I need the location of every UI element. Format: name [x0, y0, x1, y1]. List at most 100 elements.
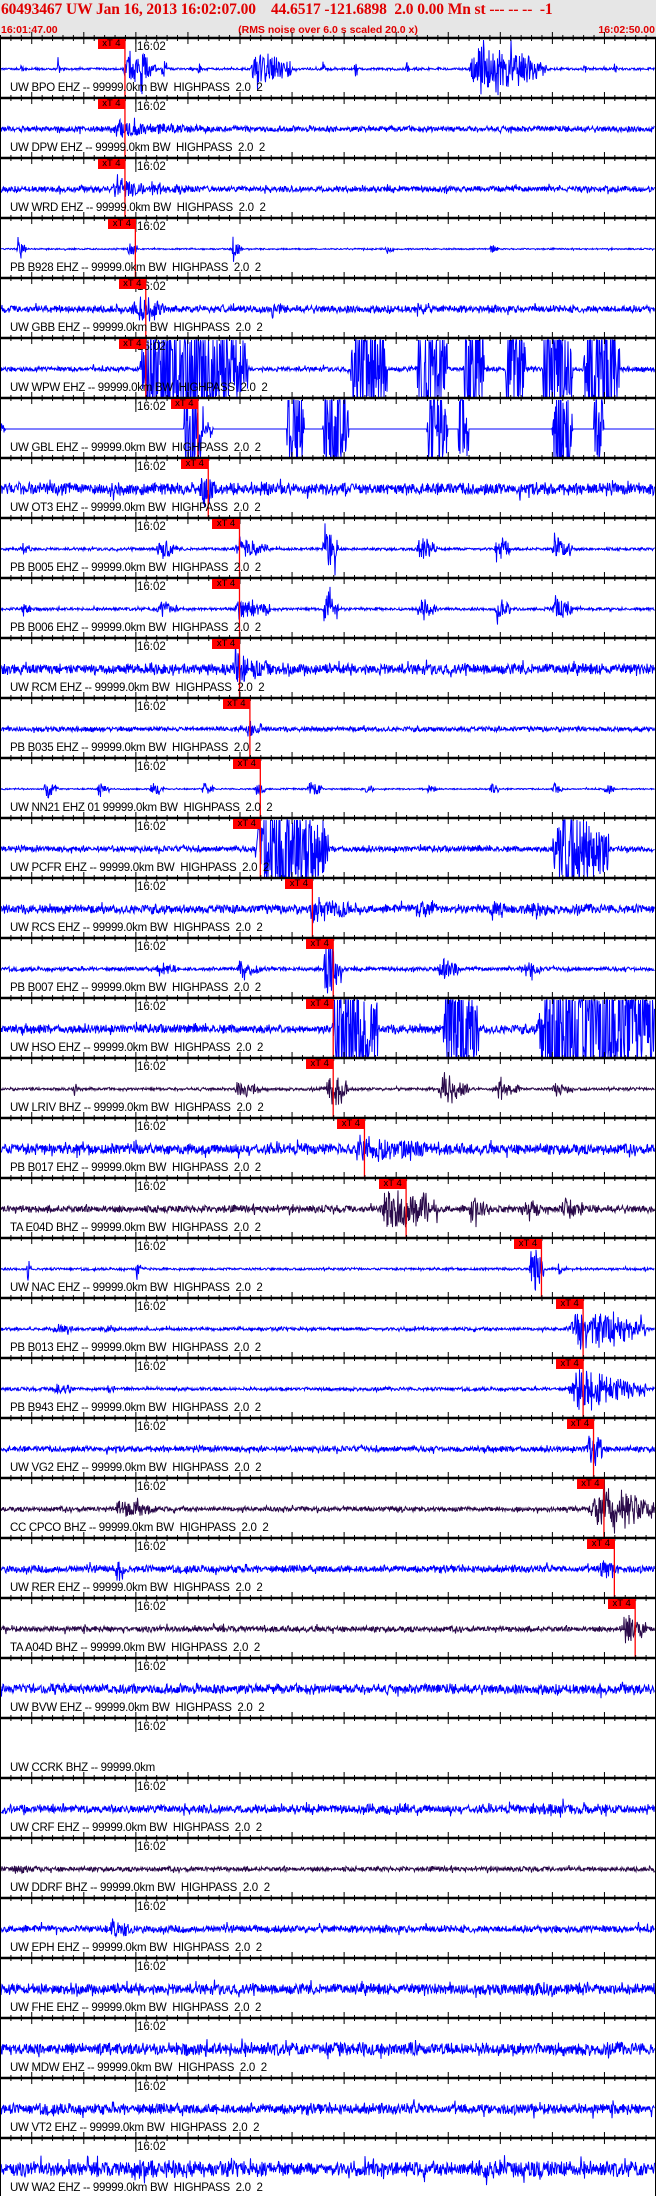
trace-panel[interactable]: 16:02 UW OT3 EHZ -- 99999.0km BW HIGHPASS…: [0, 452, 656, 518]
waveform: [0, 1979, 655, 1998]
trace-panel[interactable]: 16:02 UW GBL EHZ -- 99999.0km BW HIGHPASS…: [0, 392, 656, 458]
minute-label: 16:02: [137, 41, 166, 53]
pick-marker[interactable]: xT 4: [379, 1179, 407, 1189]
waveform: [0, 586, 655, 625]
minute-label: 16:02: [137, 521, 166, 533]
pick-marker[interactable]: xT 4: [97, 159, 125, 169]
waveform: [0, 1681, 655, 1699]
waveform: [0, 720, 655, 737]
minute-label: 16:02: [137, 1961, 166, 1973]
pick-marker[interactable]: xT 4: [285, 879, 313, 889]
pick-marker[interactable]: xT 4: [337, 1119, 365, 1129]
trace-panel[interactable]: 16:02 UW WPW EHZ -- 99999.0km BW HIGHPASS…: [0, 332, 656, 399]
station-label: UW LRIV BHZ -- 99999.0km BW HIGHPASS 2.0…: [10, 1102, 264, 1114]
trace-panel[interactable]: 16:02 UW DPW EHZ -- 99999.0km BW HIGHPASS…: [0, 92, 656, 158]
trace-panel[interactable]: 16:02 PB B005 EHZ -- 99999.0km BW HIGHPAS…: [0, 512, 656, 578]
trace-panel[interactable]: 16:02 TA A04D BHZ -- 99999.0km BW HIGHPAS…: [0, 1592, 656, 1658]
pick-marker[interactable]: xT 4: [566, 1419, 594, 1429]
station-label: UW DDRF BHZ -- 99999.0km BW HIGHPASS 2.0…: [10, 1882, 270, 1894]
trace-panel[interactable]: 16:02 UW EPH EHZ -- 99999.0km BW HIGHPASS…: [0, 1892, 656, 1958]
trace-panel[interactable]: 16:02 UW MDW EHZ -- 99999.0km BW HIGHPASS…: [0, 2012, 656, 2078]
waveform: [0, 1560, 655, 1581]
pick-marker[interactable]: xT 4: [514, 1239, 542, 1249]
trace-panel[interactable]: 16:02 UW GBB EHZ -- 99999.0km BW HIGHPASS…: [0, 272, 656, 338]
pick-marker[interactable]: xT 4: [97, 99, 125, 109]
trace-panel[interactable]: 16:02 UW CCRK BHZ -- 99999.0km: [0, 1712, 656, 1778]
trace-panel[interactable]: 16:02 UW DDRF BHZ -- 99999.0km BW HIGHPAS…: [0, 1832, 656, 1898]
station-label: UW HSO EHZ -- 99999.0km BW HIGHPASS 2.0 …: [10, 1042, 264, 1054]
pick-marker[interactable]: xT 4: [233, 759, 261, 769]
pick-marker[interactable]: xT 4: [306, 1059, 334, 1069]
pick-marker[interactable]: xT 4: [608, 1599, 636, 1609]
trace-panel[interactable]: 16:02 PB B017 EHZ -- 99999.0km BW HIGHPAS…: [0, 1112, 656, 1178]
pick-marker[interactable]: xT 4: [556, 1359, 584, 1369]
rms-note: (RMS noise over 6.0 s scaled 20.0 x): [238, 24, 418, 36]
trace-panel[interactable]: 16:02 CC CPCO BHZ -- 99999.0km BW HIGHPAS…: [0, 1472, 656, 1538]
minute-label: 16:02: [137, 1601, 166, 1613]
pick-marker[interactable]: xT 4: [212, 519, 240, 529]
station-label: UW BVW EHZ -- 99999.0km BW HIGHPASS 2.0 …: [10, 1702, 265, 1714]
trace-panel[interactable]: 16:02 PB B928 EHZ -- 99999.0km BW HIGHPAS…: [0, 212, 656, 278]
minute-label: 16:02: [137, 2141, 166, 2153]
trace-panel[interactable]: 16:02 UW NAC EHZ -- 99999.0km BW HIGHPASS…: [0, 1232, 656, 1298]
trace-panel[interactable]: 16:02 TA E04D BHZ -- 99999.0km BW HIGHPAS…: [0, 1172, 656, 1238]
pick-marker[interactable]: xT 4: [118, 339, 146, 349]
waveform: [0, 1614, 655, 1644]
minute-label: 16:02: [137, 401, 166, 413]
minute-label: 16:02: [137, 1541, 166, 1553]
minute-label: 16:02: [137, 2021, 166, 2033]
start-time: 16:01:47.00: [1, 24, 58, 36]
trace-panel[interactable]: 16:02 UW VG2 EHZ -- 99999.0km BW HIGHPASS…: [0, 1412, 656, 1478]
trace-panel[interactable]: 16:02 UW WA2 EHZ -- 99999.0km BW HIGHPASS…: [0, 2132, 656, 2198]
waveform: [0, 1798, 655, 1818]
waveform: [0, 236, 655, 262]
pick-marker[interactable]: xT 4: [118, 279, 146, 289]
minute-label: 16:02: [137, 1901, 166, 1913]
trace-panel[interactable]: 16:02 UW RER EHZ -- 99999.0km BW HIGHPASS…: [0, 1532, 656, 1598]
trace-panel[interactable]: 16:02 UW NN21 EHZ 01 99999.0km BW HIGHPAS…: [0, 752, 656, 818]
trace-panel[interactable]: 16:02 PB B035 EHZ -- 99999.0km BW HIGHPAS…: [0, 692, 656, 758]
trace-panel[interactable]: 16:02 PB B943 EHZ -- 99999.0km BW HIGHPAS…: [0, 1352, 656, 1418]
trace-panel[interactable]: 16:02 UW BPO EHZ -- 99999.0km BW HIGHPASS…: [0, 32, 656, 98]
waveform: [0, 296, 655, 322]
pick-marker[interactable]: xT 4: [306, 999, 334, 1009]
trace-panel[interactable]: 16:02 UW BVW EHZ -- 99999.0km BW HIGHPASS…: [0, 1652, 656, 1718]
pick-marker[interactable]: xT 4: [212, 639, 240, 649]
station-label: UW NN21 EHZ 01 99999.0km BW HIGHPASS 2.0…: [10, 802, 273, 814]
pick-marker[interactable]: xT 4: [108, 219, 136, 229]
event-header: 60493467 UW Jan 16, 2013 16:02:07.00 44.…: [0, 0, 656, 38]
trace-panel[interactable]: 16:02 PB B007 EHZ -- 99999.0km BW HIGHPAS…: [0, 932, 656, 998]
waveform: [0, 781, 655, 799]
minute-label: 16:02: [137, 1721, 166, 1733]
pick-marker[interactable]: xT 4: [181, 459, 209, 469]
pick-marker[interactable]: xT 4: [233, 819, 261, 829]
station-label: TA A04D BHZ -- 99999.0km BW HIGHPASS 2.0…: [10, 1642, 261, 1654]
waveform: [0, 896, 655, 924]
pick-marker[interactable]: xT 4: [306, 939, 334, 949]
pick-marker[interactable]: xT 4: [212, 579, 240, 589]
waveform: [0, 174, 655, 197]
station-label: UW DPW EHZ -- 99999.0km BW HIGHPASS 2.0 …: [10, 142, 265, 154]
waveform: [0, 1918, 655, 1939]
pick-marker[interactable]: xT 4: [222, 699, 250, 709]
pick-marker[interactable]: xT 4: [556, 1299, 584, 1309]
pick-marker[interactable]: xT 4: [97, 39, 125, 49]
pick-marker[interactable]: xT 4: [170, 399, 198, 409]
pick-marker[interactable]: xT 4: [576, 1479, 604, 1489]
trace-panel[interactable]: 16:02 PB B013 EHZ -- 99999.0km BW HIGHPAS…: [0, 1292, 656, 1358]
trace-panel[interactable]: 16:02 UW LRIV BHZ -- 99999.0km BW HIGHPAS…: [0, 1052, 656, 1118]
trace-panel[interactable]: 16:02 UW RCM EHZ -- 99999.0km BW HIGHPASS…: [0, 632, 656, 698]
trace-panel[interactable]: 16:02 UW CRF EHZ -- 99999.0km BW HIGHPASS…: [0, 1772, 656, 1838]
minute-label: 16:02: [137, 1181, 166, 1193]
trace-panel[interactable]: 16:02 PB B006 EHZ -- 99999.0km BW HIGHPAS…: [0, 572, 656, 638]
trace-panel[interactable]: 16:02 UW PCFR EHZ -- 99999.0km BW HIGHPAS…: [0, 812, 656, 879]
trace-panel[interactable]: 16:02 UW HSO EHZ -- 99999.0km BW HIGHPASS…: [0, 992, 656, 1058]
waveform: [0, 2099, 655, 2119]
trace-panel[interactable]: 16:02 UW FHE EHZ -- 99999.0km BW HIGHPASS…: [0, 1952, 656, 2018]
pick-marker[interactable]: xT 4: [587, 1539, 615, 1549]
trace-panel[interactable]: 16:02 UW WRD EHZ -- 99999.0km BW HIGHPASS…: [0, 152, 656, 218]
waveform: [0, 2155, 655, 2186]
trace-panel[interactable]: 16:02 UW RCS EHZ -- 99999.0km BW HIGHPASS…: [0, 872, 656, 938]
trace-panel[interactable]: 16:02 UW VT2 EHZ -- 99999.0km BW HIGHPASS…: [0, 2072, 656, 2138]
minute-label: 16:02: [137, 2081, 166, 2093]
